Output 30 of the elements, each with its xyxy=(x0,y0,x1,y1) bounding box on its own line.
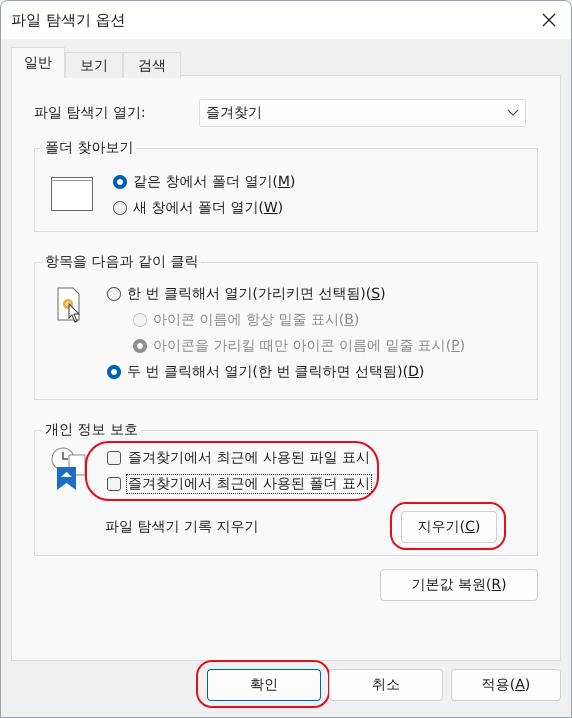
radio-button[interactable] xyxy=(113,201,127,215)
dialog-button[interactable]: 취소 xyxy=(329,669,443,701)
checkbox[interactable] xyxy=(107,451,121,465)
clear-button[interactable]: 지우기(C) xyxy=(401,511,497,543)
privacy-icon xyxy=(51,447,87,491)
radio-label: 두 번 클릭해서 열기(한 번 클릭하면 선택됨)(D) xyxy=(127,363,424,381)
open-in-dropdown[interactable]: 즐겨찾기 xyxy=(199,99,526,127)
checkbox[interactable] xyxy=(107,477,121,491)
checkbox-label: 즐겨찾기에서 최근에 사용된 폴더 표시 xyxy=(127,475,371,493)
radio-label: 아이콘을 가리킬 때만 아이콘 이름에 밑줄 표시(P) xyxy=(153,337,466,355)
radio-label: 한 번 클릭해서 열기(가리키면 선택됨)(S) xyxy=(127,285,386,303)
radio-button[interactable] xyxy=(107,287,121,301)
close-icon[interactable] xyxy=(541,12,557,28)
dialog-button[interactable]: 적용(A) xyxy=(451,669,561,701)
clear-history-label: 파일 탐색기 기록 지우기 xyxy=(105,518,258,536)
chevron-down-icon xyxy=(507,109,519,117)
restore-defaults-button[interactable]: 기본값 복원(R) xyxy=(380,569,538,601)
radio-label: 새 창에서 폴더 열기(W) xyxy=(133,199,284,217)
tab[interactable]: 일반 xyxy=(11,47,65,78)
dialog-button[interactable]: 확인 xyxy=(207,669,321,701)
window-title: 파일 탐색기 옵션 xyxy=(11,10,126,30)
checkbox-label: 즐겨찾기에서 최근에 사용된 파일 표시 xyxy=(127,449,371,467)
tab[interactable]: 검색 xyxy=(123,52,181,78)
window-icon xyxy=(51,177,93,211)
radio-button[interactable] xyxy=(113,175,127,189)
field-label: 파일 탐색기 열기: xyxy=(34,104,147,122)
radio-label: 아이콘 이름에 항상 밑줄 표시(B) xyxy=(153,311,360,329)
radio-button[interactable] xyxy=(107,365,121,379)
radio-label: 같은 창에서 폴더 열기(M) xyxy=(133,173,296,191)
tab[interactable]: 보기 xyxy=(65,52,123,78)
